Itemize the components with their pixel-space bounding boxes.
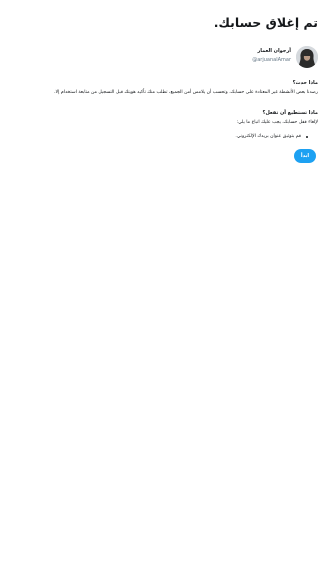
user-avatar-icon	[296, 46, 318, 68]
account-text: أرجوان العمار @arjuanalAmar	[252, 46, 291, 64]
account-summary: أرجوان العمار @arjuanalAmar	[252, 46, 318, 68]
list-item: قم بتوثيق عنوان بريدك الإلكتروني.	[12, 133, 308, 140]
step-text: قم بتوثيق عنوان بريدك الإلكتروني.	[235, 134, 301, 139]
what-to-do-body: لإلغاء قفل حسابك، يجب عليك اتباع ما يلي:	[236, 120, 318, 125]
bullet-icon	[306, 135, 308, 138]
what-happened-body: رصدنا بعض الأنشطة غير المعتادة على حسابك…	[54, 90, 318, 95]
start-button[interactable]: ابدأ	[294, 149, 316, 163]
page-title: تم إغلاق حسابك.	[213, 15, 318, 30]
display-name: أرجوان العمار	[257, 48, 291, 54]
what-to-do-section: ماذا تستطيع أن تفعل؟ لإلغاء قفل حسابك، ي…	[12, 110, 318, 126]
what-happened-heading: ماذا حدث؟	[292, 80, 318, 86]
what-to-do-heading: ماذا تستطيع أن تفعل؟	[262, 110, 318, 116]
account-handle: @arjuanalAmar	[252, 57, 291, 63]
locked-account-page: تم إغلاق حسابك. أرجوان العمار @arjuanalA…	[0, 0, 330, 565]
what-happened-section: ماذا حدث؟ رصدنا بعض الأنشطة غير المعتادة…	[12, 80, 318, 96]
steps-list: قم بتوثيق عنوان بريدك الإلكتروني.	[12, 133, 318, 140]
